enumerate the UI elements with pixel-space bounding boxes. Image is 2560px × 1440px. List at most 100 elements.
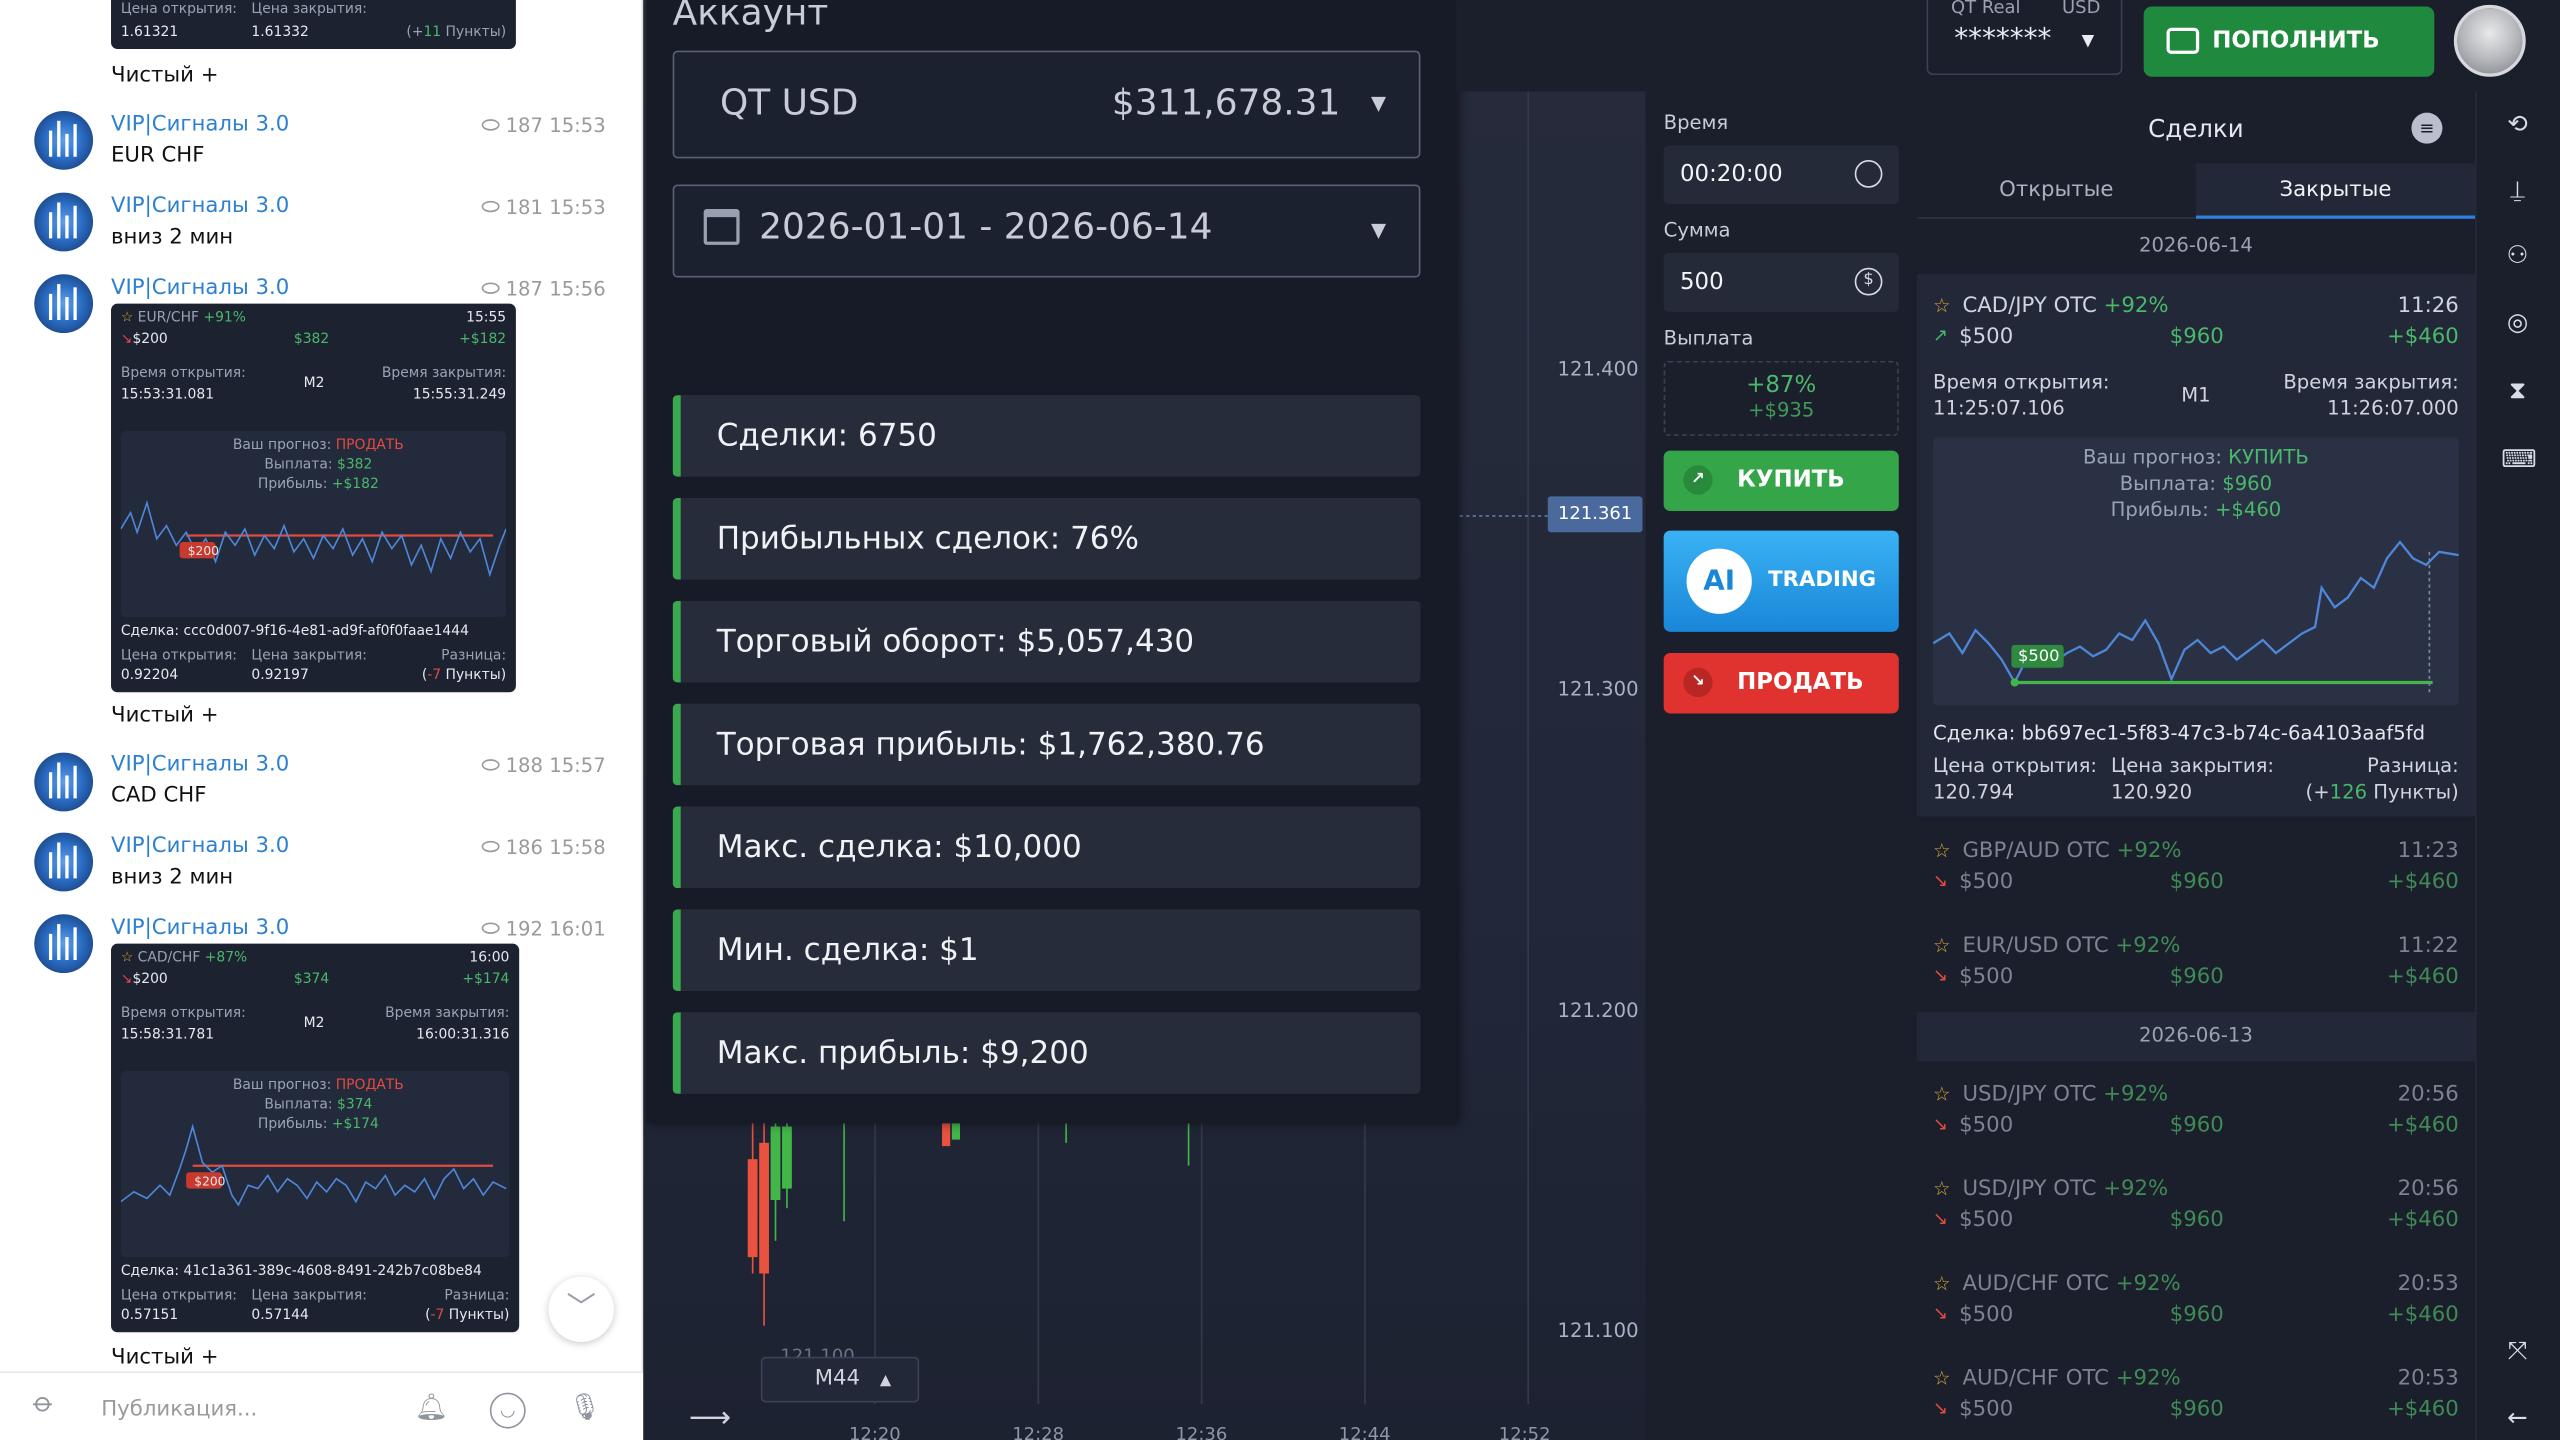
- stats-title: Аккаунт: [672, 0, 829, 35]
- post-meta: 181 15:53: [481, 196, 606, 219]
- post-meta: 187 15:56: [481, 278, 606, 300]
- channel-avatar[interactable]: [34, 111, 94, 170]
- timeframe-selector[interactable]: M44 ▲: [760, 1356, 920, 1403]
- channel-name[interactable]: VIP|Сигналы 3.0: [111, 113, 289, 137]
- views-icon: [481, 119, 500, 131]
- caret-down-icon: ▼: [1371, 218, 1387, 242]
- signal-icon[interactable]: ⍊: [2501, 173, 2534, 206]
- post-caption: Чистый +: [111, 703, 219, 729]
- arrow-down-icon: ↘: [1933, 1208, 1949, 1230]
- arrow-down-icon: ↘: [1933, 1113, 1949, 1135]
- star-icon: ☆: [1933, 1082, 1951, 1106]
- post-text: вниз 2 мин: [111, 225, 234, 250]
- payout-box: +87% +$935: [1663, 360, 1899, 436]
- deposit-button[interactable]: ПОПОЛНИТЬ СЧЕТ: [2143, 6, 2435, 124]
- channel-avatar[interactable]: [34, 274, 94, 334]
- right-rail: [2475, 91, 2560, 1440]
- microphone-icon[interactable]: 🎙︎: [568, 1391, 604, 1427]
- chart-arrow-icon[interactable]: ⟶: [689, 1401, 731, 1435]
- buy-button[interactable]: ↗ КУПИТЬ: [1663, 450, 1899, 512]
- date-range-text: 2026-01-01 - 2026-06-14: [759, 207, 1213, 249]
- bell-icon[interactable]: 🔔︎: [415, 1391, 451, 1427]
- channel-avatar[interactable]: [34, 192, 94, 252]
- list-icon[interactable]: ≡: [2411, 112, 2443, 144]
- hourglass-icon[interactable]: ⧗: [2501, 374, 2534, 407]
- account-balance: $311,678.31: [1111, 83, 1341, 125]
- payout-amount: +$935: [1748, 398, 1815, 422]
- price-axis-label: 121.100: [1557, 1319, 1639, 1343]
- price-axis-label: 121.200: [1557, 999, 1639, 1023]
- post-text: вниз 2 мин: [111, 865, 234, 890]
- star-icon: ☆: [1933, 293, 1951, 317]
- channel-name[interactable]: VIP|Сигналы 3.0: [111, 194, 289, 218]
- deal-chart: Ваш прогноз: КУПИТЬ Выплата: $960 Прибыл…: [1933, 437, 2459, 706]
- stat-max-profit: Макс. прибыль: $9,200: [672, 1012, 1421, 1094]
- emoji-icon[interactable]: ◡: [489, 1392, 526, 1429]
- trade-result-card[interactable]: ☆ CAD/CHF +87% 16:00 ↘$200 $374 +$174 Вр…: [111, 943, 520, 1333]
- views-icon: [481, 759, 500, 771]
- dollar-icon[interactable]: $: [1854, 267, 1883, 296]
- tab-open[interactable]: Открытые: [1916, 163, 2196, 219]
- chevron-down-icon: ﹀: [566, 1291, 596, 1326]
- arrow-up-right-icon: ↗: [1683, 465, 1713, 495]
- user-avatar[interactable]: [2453, 4, 2526, 77]
- trade-card-partial: Цена открытия: 1.61321 Цена закрытия: 1.…: [111, 0, 516, 49]
- target-icon[interactable]: ◎: [2501, 305, 2534, 338]
- community-icon[interactable]: ⚇: [2501, 238, 2534, 271]
- caret-down-icon: ▼: [1371, 91, 1387, 115]
- keyboard-icon[interactable]: ⌨: [2501, 442, 2536, 475]
- arrow-down-icon: ↘: [1933, 964, 1949, 987]
- attach-icon[interactable]: ⌀: [26, 1386, 72, 1432]
- date-header: 2026-06-14: [2138, 233, 2253, 257]
- tab-closed[interactable]: Закрытые: [2195, 163, 2476, 219]
- caret-down-icon: ▼: [2081, 32, 2095, 51]
- clock-icon[interactable]: [1854, 159, 1883, 188]
- arrow-down-right-icon: ↘: [1683, 667, 1713, 698]
- channel-name[interactable]: VIP|Сигналы 3.0: [111, 753, 289, 777]
- amount-input[interactable]: 500 $: [1663, 253, 1899, 312]
- time-axis-label: 12:28: [1012, 1423, 1065, 1440]
- masked-balance: *******: [1954, 22, 2052, 56]
- views-icon: [481, 200, 500, 213]
- expiry-time-input[interactable]: 00:20:00: [1663, 145, 1899, 205]
- arrow-down-icon: ↘: [120, 971, 133, 988]
- back-arrow-icon[interactable]: ←: [2501, 1401, 2534, 1434]
- history-icon[interactable]: ⟲: [2501, 108, 2534, 141]
- post-caption: Чистый +: [111, 63, 219, 89]
- scroll-down-button[interactable]: ﹀: [548, 1276, 614, 1343]
- date-range-picker[interactable]: 2026-01-01 - 2026-06-14 ▼: [672, 184, 1421, 278]
- ai-trading-button[interactable]: AI TRADING: [1663, 530, 1899, 632]
- channel-avatar[interactable]: [34, 914, 94, 974]
- channel-avatar[interactable]: [34, 752, 94, 812]
- time-axis-label: 12:36: [1175, 1423, 1228, 1440]
- fullscreen-icon[interactable]: ⤧: [2501, 1334, 2534, 1367]
- stat-max-deal: Макс. сделка: $10,000: [672, 806, 1421, 889]
- post-text: CAD CHF: [111, 783, 207, 809]
- views-icon: [481, 922, 500, 934]
- channel-avatar[interactable]: [34, 832, 94, 892]
- arrow-down-icon: ↘: [120, 331, 133, 348]
- time-label: Время: [1663, 111, 1729, 134]
- stat-min-deal: Мин. сделка: $1: [672, 909, 1421, 992]
- telegram-channel-panel: Цена открытия: 1.61321 Цена закрытия: 1.…: [0, 0, 644, 1440]
- post-text: EUR CHF: [111, 143, 205, 169]
- price-axis-label: 121.300: [1557, 677, 1639, 701]
- account-selector[interactable]: QT USD $311,678.31 ▼: [672, 50, 1421, 159]
- views-icon: [481, 840, 500, 853]
- channel-name[interactable]: VIP|Сигналы 3.0: [111, 276, 289, 300]
- channel-name[interactable]: VIP|Сигналы 3.0: [111, 916, 289, 940]
- arrow-down-icon: ↘: [1933, 1302, 1949, 1325]
- wallet-icon: [2166, 27, 2200, 54]
- account-name: QT USD: [719, 83, 859, 125]
- channel-name[interactable]: VIP|Сигналы 3.0: [111, 834, 289, 858]
- time-axis-label: 12:20: [848, 1423, 901, 1440]
- trade-result-card[interactable]: ☆ EUR/CHF +91% 15:55 ↘$200 $382 +$182 Вр…: [111, 303, 516, 693]
- calendar-icon: [703, 208, 740, 245]
- sell-button[interactable]: ↘ ПРОДАТЬ: [1663, 653, 1899, 714]
- publish-input[interactable]: Публикация...: [101, 1398, 257, 1422]
- account-switcher[interactable]: QT Real USD ******* ▼: [1926, 0, 2123, 76]
- arrow-down-icon: ↘: [1933, 870, 1949, 892]
- post-meta: 192 16:01: [481, 918, 606, 940]
- account-currency: USD: [2062, 0, 2101, 18]
- deals-title: Сделки: [2148, 114, 2244, 144]
